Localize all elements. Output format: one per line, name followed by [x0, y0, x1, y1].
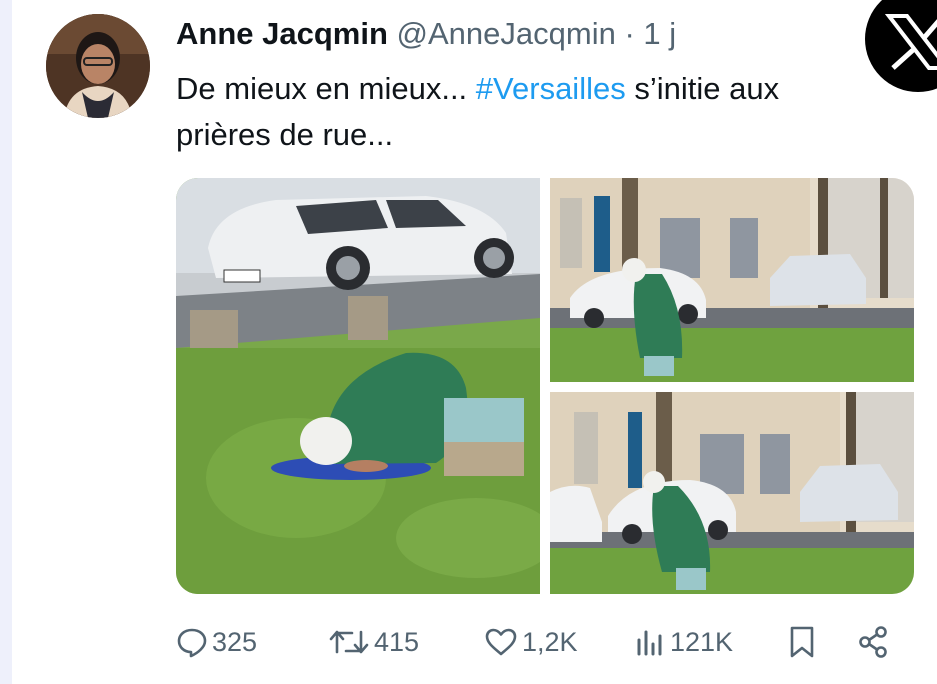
views-button[interactable]: 121K [634, 620, 733, 664]
tweet-header: Anne Jacqmin @AnneJacqmin · 1 j [176, 14, 676, 54]
tweet-text: De mieux en mieux... #Versailles s’initi… [176, 66, 876, 158]
media-grid [176, 178, 914, 594]
media-photo-top-right[interactable] [550, 178, 914, 382]
author-name[interactable]: Anne Jacqmin [176, 16, 388, 51]
speech-bubble-icon [177, 628, 207, 658]
like-button[interactable]: 1,2K [484, 620, 578, 664]
share-icon [859, 626, 887, 658]
hashtag-link[interactable]: #Versailles [476, 71, 626, 106]
reply-button[interactable]: 325 [176, 620, 257, 664]
repost-arrows-icon [329, 630, 369, 654]
views-count: 121K [670, 626, 734, 657]
tweet-text-start: De mieux en mieux... [176, 71, 476, 106]
meta-separator: · [624, 16, 635, 51]
author-handle[interactable]: @AnneJacqmin [397, 16, 616, 51]
repost-button[interactable]: 415 [328, 620, 419, 664]
avatar-photo [46, 14, 150, 118]
like-count: 1,2K [522, 626, 578, 657]
reply-count: 325 [212, 626, 258, 657]
share-button[interactable] [856, 620, 890, 664]
avatar[interactable] [46, 14, 150, 118]
bar-chart-icon [637, 630, 662, 656]
tweet-actions: 325 415 1,2K 121K [176, 620, 896, 664]
bookmark-icon [790, 626, 814, 658]
bookmark-button[interactable] [788, 620, 816, 664]
media-photo-bottom-right[interactable] [550, 392, 914, 594]
media-photo-main[interactable] [176, 178, 540, 594]
repost-count: 415 [374, 626, 420, 657]
tweet-time[interactable]: 1 j [643, 16, 676, 51]
heart-icon [485, 628, 517, 656]
